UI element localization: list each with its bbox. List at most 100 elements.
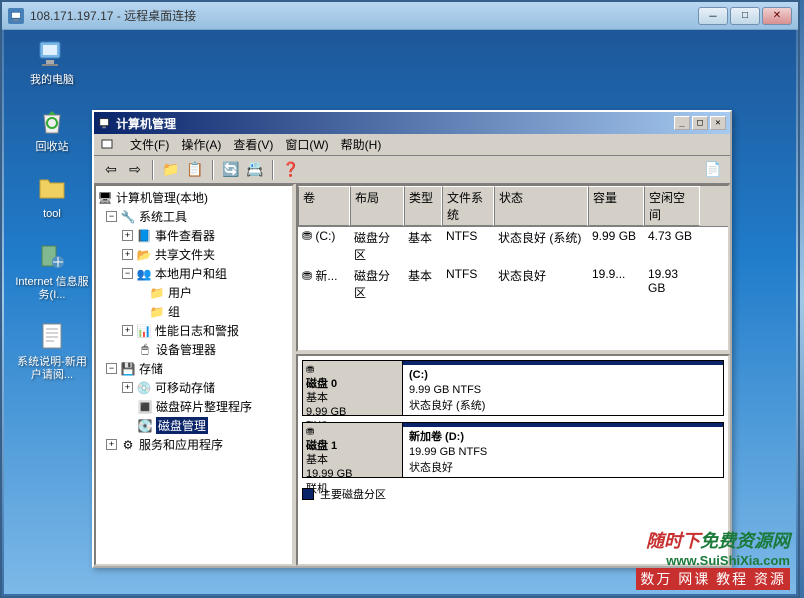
tree-system-tools[interactable]: −🔧系统工具 bbox=[98, 207, 290, 226]
iis-icon[interactable]: Internet 信息服务(I... bbox=[12, 240, 92, 302]
mgmt-titlebar[interactable]: 计算机管理 _ □ ✕ bbox=[94, 112, 730, 134]
toolbar: ⇦ ⇨ 📁 📋 🔄 📇 ❓ 📄 bbox=[94, 156, 730, 184]
disk-row: ⛃ 磁盘 0 基本 9.99 GB 联机 (C:) 9.99 GB NTFS 状… bbox=[302, 360, 724, 416]
col-type[interactable]: 类型 bbox=[404, 186, 442, 226]
col-free[interactable]: 空闲空间 bbox=[644, 186, 700, 226]
recycle-bin-icon[interactable]: 回收站 bbox=[12, 105, 92, 154]
disk-partition[interactable]: 新加卷 (D:) 19.99 GB NTFS 状态良好 bbox=[403, 423, 723, 477]
mgmt-close-button[interactable]: ✕ bbox=[710, 116, 726, 130]
storage-icon: 💾 bbox=[121, 362, 135, 376]
volume-list[interactable]: 卷 布局 类型 文件系统 状态 容量 空闲空间 ⛃ (C:) 磁盘分区 基本 bbox=[296, 184, 730, 352]
list-view-button[interactable]: 📇 bbox=[244, 159, 266, 181]
gear-icon: ⚙ bbox=[121, 438, 135, 452]
tree-defrag[interactable]: 🔳磁盘碎片整理程序 bbox=[98, 397, 290, 416]
disk-drive-icon: ⛃ bbox=[306, 364, 399, 377]
up-button[interactable]: 📁 bbox=[160, 159, 182, 181]
tool-folder-icon[interactable]: tool bbox=[12, 172, 92, 221]
disk-drive-icon: ⛃ bbox=[306, 426, 399, 439]
properties-button[interactable]: 📋 bbox=[184, 159, 206, 181]
notepad-icon[interactable]: 系统说明-新用户请阅... bbox=[12, 320, 92, 382]
tree-performance[interactable]: +📊性能日志和警报 bbox=[98, 321, 290, 340]
recycle-icon bbox=[36, 105, 68, 137]
icon-label: 我的电脑 bbox=[30, 74, 74, 87]
mgmt-content: 🖥计算机管理(本地) −🔧系统工具 +📘事件查看器 +📂共享文件夹 −👥本地用户… bbox=[94, 184, 730, 566]
tree-groups[interactable]: 📁组 bbox=[98, 302, 290, 321]
legend-color-box bbox=[302, 488, 314, 500]
toolbar-separator bbox=[152, 160, 154, 180]
volume-row[interactable]: ⛃ (C:) 磁盘分区 基本 NTFS 状态良好 (系统) 9.99 GB 4.… bbox=[298, 227, 728, 265]
expand-icon[interactable]: + bbox=[122, 382, 133, 393]
shared-folder-icon: 📂 bbox=[137, 248, 151, 262]
folder-icon: 📁 bbox=[150, 305, 164, 319]
minimize-button[interactable]: － bbox=[698, 7, 728, 25]
drive-icon: ⛃ bbox=[302, 229, 312, 243]
refresh-button[interactable]: 🔄 bbox=[220, 159, 242, 181]
disk-info[interactable]: ⛃ 磁盘 0 基本 9.99 GB 联机 bbox=[303, 361, 403, 415]
col-volume[interactable]: 卷 bbox=[298, 186, 350, 226]
rdp-title-text: 108.171.197.17 - 远程桌面连接 bbox=[30, 7, 698, 24]
mgmt-maximize-button[interactable]: □ bbox=[692, 116, 708, 130]
mgmt-window-controls: _ □ ✕ bbox=[674, 116, 726, 130]
close-button[interactable]: ✕ bbox=[762, 7, 792, 25]
watermark: 随时下免费资源网 www.SuiShiXia.com 数万 网课 教程 资源 bbox=[636, 527, 790, 590]
tree-local-users[interactable]: −👥本地用户和组 bbox=[98, 264, 290, 283]
col-capacity[interactable]: 容量 bbox=[588, 186, 644, 226]
col-layout[interactable]: 布局 bbox=[350, 186, 404, 226]
disk-partition[interactable]: (C:) 9.99 GB NTFS 状态良好 (系统) bbox=[403, 361, 723, 415]
perf-icon: 📊 bbox=[137, 324, 151, 338]
tree-device-mgr[interactable]: 🖱设备管理器 bbox=[98, 340, 290, 359]
tree-storage[interactable]: −💾存储 bbox=[98, 359, 290, 378]
tree-users[interactable]: 📁用户 bbox=[98, 283, 290, 302]
icon-label: tool bbox=[43, 208, 61, 221]
rdp-window: 108.171.197.17 - 远程桌面连接 － □ ✕ 我的电脑 回收站 t… bbox=[0, 0, 800, 598]
icon-label: Internet 信息服务(I... bbox=[12, 276, 92, 302]
expand-icon[interactable]: + bbox=[122, 230, 133, 241]
expand-icon[interactable]: + bbox=[122, 325, 133, 336]
col-status[interactable]: 状态 bbox=[494, 186, 588, 226]
maximize-button[interactable]: □ bbox=[730, 7, 760, 25]
rdp-window-controls: － □ ✕ bbox=[698, 7, 792, 25]
watermark-line2: 数万 网课 教程 资源 bbox=[636, 568, 790, 590]
disk-info[interactable]: ⛃ 磁盘 1 基本 19.99 GB 联机 bbox=[303, 423, 403, 477]
mgmt-minimize-button[interactable]: _ bbox=[674, 116, 690, 130]
col-filesystem[interactable]: 文件系统 bbox=[442, 186, 494, 226]
help-button[interactable]: ❓ bbox=[280, 159, 302, 181]
expand-icon[interactable]: + bbox=[106, 439, 117, 450]
toolbar-separator bbox=[212, 160, 214, 180]
tree-panel[interactable]: 🖥计算机管理(本地) −🔧系统工具 +📘事件查看器 +📂共享文件夹 −👥本地用户… bbox=[94, 184, 294, 566]
menu-action[interactable]: 操作(A) bbox=[175, 134, 227, 155]
computer-management-window: 计算机管理 _ □ ✕ 文件(F) 操作(A) 查看(V) 窗口(W) 帮助(H… bbox=[92, 110, 732, 568]
collapse-icon[interactable]: − bbox=[106, 211, 117, 222]
folder-icon: 📁 bbox=[150, 286, 164, 300]
disk-row: ⛃ 磁盘 1 基本 19.99 GB 联机 新加卷 (D:) 19.99 GB … bbox=[302, 422, 724, 478]
forward-button[interactable]: ⇨ bbox=[124, 159, 146, 181]
tree-disk-mgmt[interactable]: 💽磁盘管理 bbox=[98, 416, 290, 435]
rdp-icon bbox=[8, 8, 24, 24]
partition-legend: 主要磁盘分区 bbox=[302, 484, 724, 504]
my-computer-icon[interactable]: 我的电脑 bbox=[12, 38, 92, 87]
menu-window[interactable]: 窗口(W) bbox=[279, 134, 334, 155]
options-button[interactable]: 📄 bbox=[702, 159, 724, 181]
mgmt-title-icon bbox=[98, 116, 112, 130]
expand-icon[interactable]: + bbox=[122, 249, 133, 260]
collapse-icon[interactable]: − bbox=[122, 268, 133, 279]
tree-removable[interactable]: +💿可移动存储 bbox=[98, 378, 290, 397]
menu-help[interactable]: 帮助(H) bbox=[335, 134, 388, 155]
rdp-titlebar[interactable]: 108.171.197.17 - 远程桌面连接 － □ ✕ bbox=[2, 2, 798, 30]
icon-label: 系统说明-新用户请阅... bbox=[12, 356, 92, 382]
volume-row[interactable]: ⛃ 新... 磁盘分区 基本 NTFS 状态良好 19.9... 19.93 G… bbox=[298, 265, 728, 303]
tree-event-viewer[interactable]: +📘事件查看器 bbox=[98, 226, 290, 245]
tree-root[interactable]: 🖥计算机管理(本地) bbox=[98, 188, 290, 207]
menu-file[interactable]: 文件(F) bbox=[124, 134, 175, 155]
computer-icon bbox=[36, 38, 68, 70]
tree-services[interactable]: +⚙服务和应用程序 bbox=[98, 435, 290, 454]
computer-icon: 🖥 bbox=[98, 191, 112, 205]
menu-view[interactable]: 查看(V) bbox=[227, 134, 279, 155]
tree-shared-folders[interactable]: +📂共享文件夹 bbox=[98, 245, 290, 264]
toolbar-separator bbox=[272, 160, 274, 180]
mgmt-title-text: 计算机管理 bbox=[116, 115, 674, 132]
disk-icon: 💽 bbox=[138, 419, 152, 433]
folder-icon bbox=[36, 172, 68, 204]
collapse-icon[interactable]: − bbox=[106, 363, 117, 374]
back-button[interactable]: ⇦ bbox=[100, 159, 122, 181]
